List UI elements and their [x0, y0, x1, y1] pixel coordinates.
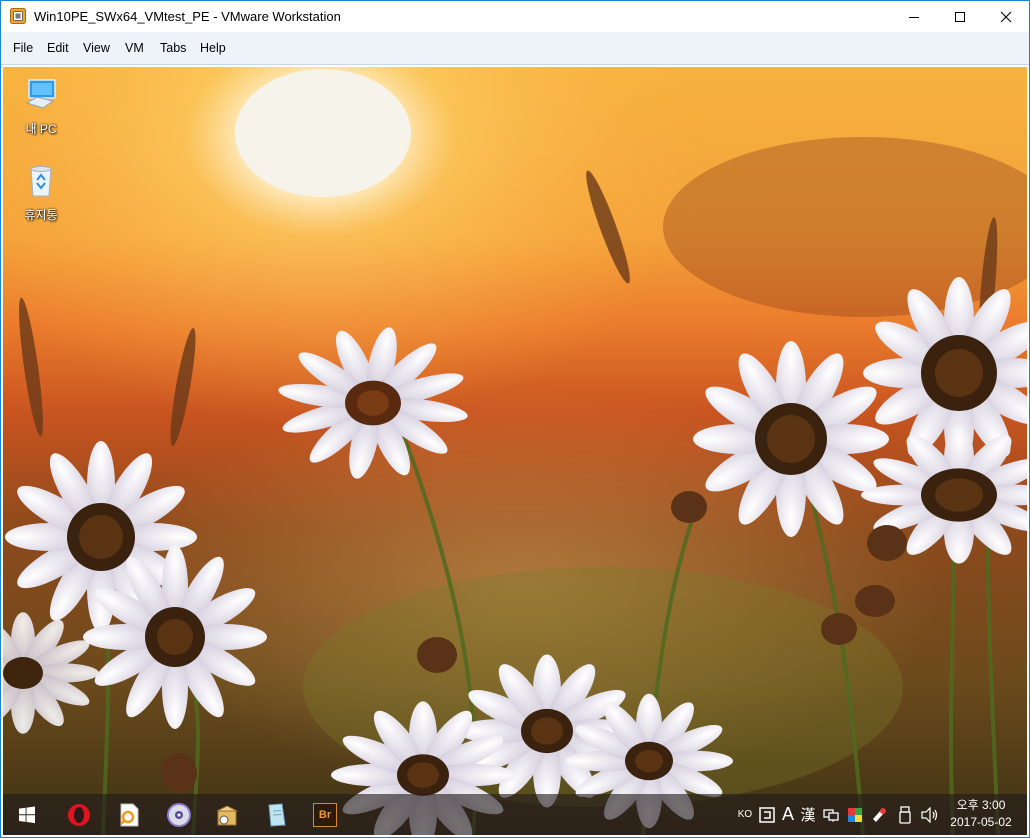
- maximize-icon: [955, 11, 965, 22]
- ime-icon: [759, 806, 775, 823]
- taskbar-dvd-burner[interactable]: [159, 794, 199, 835]
- dvd-burner-icon: [167, 802, 191, 827]
- tray-ime-hanja[interactable]: 漢: [799, 794, 817, 835]
- tray-volume[interactable]: [919, 794, 941, 835]
- vmware-window: Win10PE_SWx64_VMtest_PE - VMware Worksta…: [0, 0, 1030, 838]
- network-icon: [823, 808, 839, 822]
- start-icon: [19, 806, 35, 823]
- taskbar-clock[interactable]: 오후 3:00 2017-05-02: [943, 797, 1019, 831]
- taskbar-archive[interactable]: [207, 794, 247, 835]
- tray-capture[interactable]: [869, 794, 889, 835]
- menu-vm[interactable]: VM: [125, 41, 144, 55]
- menu-tabs[interactable]: Tabs: [160, 41, 186, 55]
- desktop-icon-label: 내 PC: [25, 122, 57, 136]
- color-palette-icon: [848, 807, 862, 822]
- bridge-label: Br: [318, 808, 332, 821]
- usb-drive-icon: [899, 805, 911, 824]
- opera-icon: [68, 803, 90, 826]
- desktop-icon-label: 휴지통: [24, 208, 58, 222]
- menu-help[interactable]: Help: [200, 41, 226, 55]
- taskbar-notepad[interactable]: [257, 794, 297, 835]
- volume-icon: [921, 806, 938, 823]
- tray-ime-alpha[interactable]: A: [779, 794, 797, 835]
- close-icon: [1000, 11, 1012, 22]
- computer-icon: [25, 79, 56, 109]
- close-button[interactable]: [983, 1, 1029, 32]
- taskbar-bridge[interactable]: Br: [305, 794, 345, 835]
- clock-time: 오후 3:00: [956, 798, 1006, 812]
- desktop-wallpaper: [3, 67, 1027, 835]
- desktop-icon-recycle-bin[interactable]: 휴지통: [6, 163, 76, 223]
- tray-language[interactable]: KO: [735, 794, 755, 835]
- menu-edit[interactable]: Edit: [47, 41, 69, 55]
- vmware-app-icon: [10, 8, 26, 24]
- taskbar-opera[interactable]: [59, 794, 99, 835]
- taskbar-image-viewer[interactable]: [109, 794, 149, 835]
- tray-usb[interactable]: [895, 794, 915, 835]
- tray-color[interactable]: [845, 794, 865, 835]
- clock-date: 2017-05-02: [950, 815, 1012, 829]
- minimize-button[interactable]: [891, 1, 937, 32]
- capture-tool-icon: [873, 807, 886, 822]
- title-bar[interactable]: Win10PE_SWx64_VMtest_PE - VMware Worksta…: [1, 1, 1029, 32]
- bridge-icon: Br: [313, 802, 337, 827]
- recycle-bin-icon: [30, 166, 52, 197]
- start-button[interactable]: [7, 794, 47, 835]
- window-title: Win10PE_SWx64_VMtest_PE - VMware Worksta…: [34, 9, 341, 24]
- tray-network[interactable]: [821, 794, 841, 835]
- menu-file[interactable]: File: [13, 41, 33, 55]
- maximize-button[interactable]: [937, 1, 983, 32]
- minimize-icon: [909, 16, 919, 18]
- notepad-icon: [268, 802, 286, 827]
- tray-ime-mode[interactable]: [757, 794, 777, 835]
- archive-icon: [216, 804, 238, 825]
- desktop-icon-this-pc[interactable]: 내 PC: [6, 77, 76, 137]
- taskbar: Br KO A 漢 오후 3:00 2017-05-02: [3, 794, 1027, 835]
- menu-view[interactable]: View: [83, 41, 110, 55]
- menu-bar: File Edit View VM Tabs Help: [1, 32, 1029, 65]
- image-viewer-icon: [120, 803, 139, 826]
- vm-display[interactable]: 내 PC 휴지통 Br KO A 漢 오후 3:00 2017-05-02: [3, 67, 1027, 835]
